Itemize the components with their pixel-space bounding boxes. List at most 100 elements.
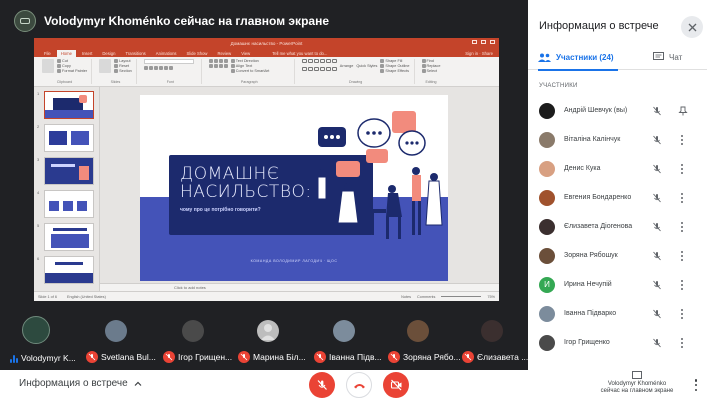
avatar: [539, 247, 555, 264]
avatar: [539, 305, 555, 322]
panel-title: Информация о встрече: [539, 20, 659, 32]
participants-header: УЧАСТНИКИ: [539, 83, 578, 89]
participant-name: Денис Кука: [564, 165, 601, 172]
bottom-control-bar: Информация о встрече Volodymyr Khoménko …: [0, 370, 707, 399]
participant-tile[interactable]: Зоряна Рябо...: [382, 312, 461, 366]
ppt-title-bar: Домашнє насильство - PowerPoint: [34, 38, 499, 48]
close-panel-button[interactable]: [681, 16, 703, 38]
participant-name: Ігор Грищенко: [564, 339, 610, 346]
slide-subtitle: чому про це потрібно говорити?: [180, 207, 261, 213]
avatar: [105, 320, 127, 342]
more-options-icon[interactable]: [680, 308, 684, 319]
mic-off-icon: [388, 351, 400, 363]
tab-chat[interactable]: Чат: [653, 44, 682, 70]
camera-toggle-button[interactable]: [383, 372, 409, 398]
tile-name: Єлизавета ...: [477, 352, 529, 362]
mic-off-icon: [653, 338, 661, 347]
mic-off-icon: [86, 351, 98, 363]
slide-title: ДОМАШНЄ НАСИЛЬСТВО:: [180, 164, 312, 202]
ppt-tab-design: Design: [102, 51, 116, 56]
tile-name: Марина Біл...: [253, 352, 306, 362]
close-icon: [490, 40, 495, 44]
powerpoint-window: Домашнє насильство - PowerPoint File Hom…: [34, 38, 499, 301]
language-indicator: English (United States): [67, 294, 106, 299]
avatar: [22, 316, 50, 344]
slide-thumbnails: 1 2 3 4 5 6: [34, 87, 100, 291]
participant-tile[interactable]: Єлизавета ...: [456, 312, 528, 366]
more-options-icon[interactable]: [680, 337, 684, 348]
zoom-slider: [441, 296, 482, 297]
notes-pane: Click to add notes: [100, 283, 499, 291]
participant-tile-self[interactable]: Volodymyr K...: [0, 312, 76, 366]
ppt-tell-me: Tell me what you want to do...: [272, 51, 328, 56]
more-options-icon[interactable]: [680, 250, 684, 261]
participant-row[interactable]: Евгения Бондаренко: [528, 183, 707, 212]
speaking-indicator-icon: [10, 354, 18, 363]
microphone-toggle-button[interactable]: [309, 372, 335, 398]
tile-name: Svetlana Bul...: [101, 352, 156, 362]
window-controls: [472, 40, 495, 44]
more-options-icon[interactable]: [694, 379, 698, 391]
presenter-avatar: [14, 10, 36, 32]
participant-row[interactable]: Зоряна Рябошук: [528, 241, 707, 270]
paste-icon: [42, 59, 54, 73]
participant-tile[interactable]: Марина Біл...: [232, 312, 306, 366]
more-options-icon[interactable]: [680, 163, 684, 174]
mic-off-icon: [653, 135, 661, 144]
ppt-tab-animations: Animations: [155, 51, 177, 56]
ppt-status-bar: Slide 1 of 6 English (United States) Not…: [34, 291, 499, 301]
participant-tile[interactable]: Svetlana Bul...: [80, 312, 156, 366]
ppt-body: 1 2 3 4 5 6 ДОМАШНЄ НАСИЛЬСТВО: чому про…: [34, 87, 499, 291]
more-options-icon[interactable]: [680, 192, 684, 203]
mic-off-icon: [653, 193, 661, 202]
meeting-info-label: Информация о встрече: [19, 378, 128, 389]
mic-off-icon: [653, 106, 661, 115]
participant-row[interactable]: Ігор Грищенко: [528, 328, 707, 357]
ppt-tab-transitions: Transitions: [125, 51, 146, 56]
ppt-tab-insert: Insert: [81, 51, 93, 56]
tab-people[interactable]: Участники (24): [538, 44, 618, 71]
slide-thumbnail: 4: [37, 190, 96, 218]
more-options-icon[interactable]: [680, 134, 684, 145]
ppt-tab-file: File: [44, 51, 51, 56]
slide-footer: КОМАНДА ВОЛОДИМИР ЛАГОДИЧ · ЩОС: [250, 259, 338, 263]
ppt-ribbon: Cut Copy Format Painter Clipboard Layout…: [34, 57, 499, 87]
meeting-info-button[interactable]: Информация о встрече: [19, 378, 142, 389]
chevron-up-icon: [134, 381, 142, 386]
participant-tile[interactable]: Іванна Підв...: [308, 312, 382, 366]
more-options-icon[interactable]: [680, 221, 684, 232]
avatar: [257, 320, 279, 342]
slide-thumbnail: 1: [37, 91, 96, 119]
participant-tile[interactable]: Ігор Грищен...: [157, 312, 232, 366]
tile-name: Іванна Підв...: [329, 352, 382, 362]
ppt-tab-review: Review: [217, 51, 232, 56]
participant-name: Зоряна Рябошук: [564, 252, 618, 259]
avatar: [539, 102, 555, 119]
mic-off-icon: [653, 164, 661, 173]
slide-thumbnail: 6: [37, 256, 96, 284]
avatar: [407, 320, 429, 342]
presentation-status[interactable]: Volodymyr Khoménko сейчас на главном экр…: [596, 371, 678, 395]
mic-off-icon: [653, 280, 661, 289]
panel-tabs: Участники (24) Чат: [528, 44, 707, 71]
slide-illustration: [317, 111, 443, 239]
more-options-icon[interactable]: [680, 279, 684, 290]
leave-call-button[interactable]: [346, 372, 372, 398]
avatar: И: [539, 276, 555, 293]
mic-off-icon: [653, 251, 661, 260]
participant-row[interactable]: Денис Кука: [528, 154, 707, 183]
mic-off-icon: [462, 351, 474, 363]
pin-icon[interactable]: [678, 106, 688, 116]
meeting-details-panel: Информация о встрече Участники (24) Чат …: [528, 0, 707, 370]
participant-row[interactable]: Єлизавета Діогенова: [528, 212, 707, 241]
ribbon-group-editing: Find Replace Select Editing: [418, 59, 445, 84]
mic-off-icon: [238, 351, 250, 363]
participant-row[interactable]: Іванна Підварко: [528, 299, 707, 328]
ribbon-group-clipboard: Cut Copy Format Painter Clipboard: [38, 59, 93, 84]
participant-row[interactable]: Андрій Шевчук (вы): [528, 96, 707, 125]
participant-row[interactable]: Віталіна Калінчук: [528, 125, 707, 154]
hang-up-icon: [353, 383, 365, 388]
slide-thumbnail: 2: [37, 124, 96, 152]
slide-canvas: ДОМАШНЄ НАСИЛЬСТВО: чому про це потрібно…: [140, 95, 448, 281]
participant-row[interactable]: И Ирина Нечупій: [528, 270, 707, 299]
